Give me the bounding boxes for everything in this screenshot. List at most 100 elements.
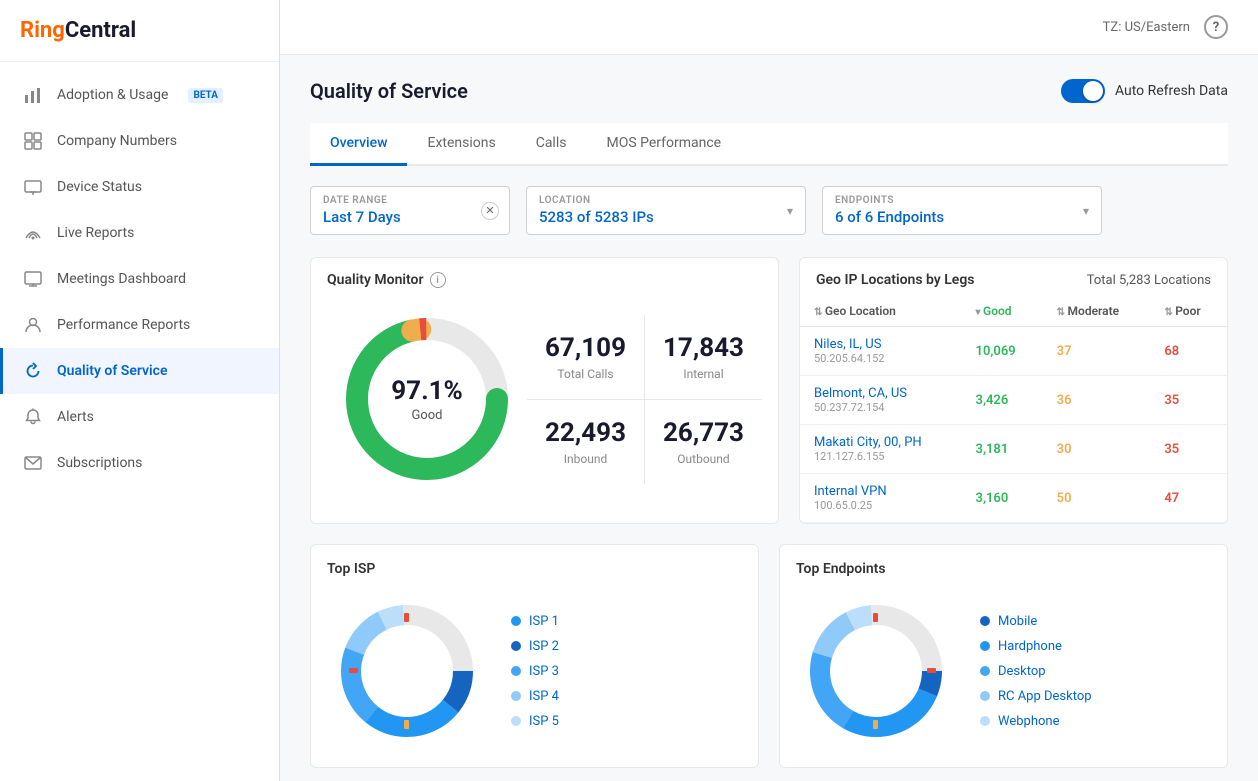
quality-monitor-header: Quality Monitor i xyxy=(311,258,778,288)
top-isp-donut xyxy=(327,591,487,751)
total-calls-number: 67,109 xyxy=(545,333,626,363)
monitor-icon xyxy=(23,269,43,289)
endpoints-filter-inner: ENDPOINTS 6 of 6 Endpoints ▾ xyxy=(835,195,1089,226)
outbound-calls-cell: 26,773 Outbound xyxy=(645,400,762,484)
tab-overview[interactable]: Overview xyxy=(310,123,407,166)
geo-table-row: Internal VPN 100.65.0.25 3,160 50 47 xyxy=(800,474,1227,523)
legend-label: ISP 2 xyxy=(529,639,559,654)
endpoints-chevron-down-icon: ▾ xyxy=(1083,204,1089,218)
refresh-icon xyxy=(23,361,43,381)
date-range-clear[interactable]: ✕ xyxy=(481,202,499,220)
quality-monitor-info-icon[interactable]: i xyxy=(430,272,446,288)
geo-poor-value: 47 xyxy=(1150,474,1227,523)
internal-calls-number: 17,843 xyxy=(663,333,744,363)
outbound-calls-label: Outbound xyxy=(663,452,744,466)
legend-item[interactable]: Webphone xyxy=(980,714,1092,729)
sidebar: RingCentral Adoption & Usage BETA Compan… xyxy=(0,0,280,781)
sidebar-item-company[interactable]: Company Numbers xyxy=(0,118,279,164)
sidebar-item-performance[interactable]: Performance Reports xyxy=(0,302,279,348)
quality-monitor-panel: Quality Monitor i xyxy=(310,257,779,524)
geo-table-title: Geo IP Locations by Legs xyxy=(816,272,975,288)
legend-label: ISP 1 xyxy=(529,614,559,629)
legend-item[interactable]: RC App Desktop xyxy=(980,689,1092,704)
geo-location-cell: Niles, IL, US 50.205.64.152 xyxy=(800,327,962,376)
chart-bar-icon xyxy=(23,85,43,105)
geo-good-value: 3,426 xyxy=(962,376,1043,425)
timezone-label: TZ: US/Eastern xyxy=(1103,20,1190,35)
legend-item[interactable]: ISP 4 xyxy=(511,689,559,704)
sidebar-item-live[interactable]: Live Reports xyxy=(0,210,279,256)
tab-extensions[interactable]: Extensions xyxy=(407,123,515,166)
legend-label: ISP 5 xyxy=(529,714,559,729)
geo-location-link[interactable]: Belmont, CA, US xyxy=(814,386,948,401)
sidebar-item-alerts[interactable]: Alerts xyxy=(0,394,279,440)
endpoints-filter[interactable]: ENDPOINTS 6 of 6 Endpoints ▾ xyxy=(822,186,1102,235)
top-isp-legend: ISP 1 ISP 2 ISP 3 ISP 4 ISP 5 xyxy=(511,614,559,729)
sidebar-item-meetings[interactable]: Meetings Dashboard xyxy=(0,256,279,302)
location-filter[interactable]: LOCATION 5283 of 5283 IPs ▾ xyxy=(526,186,806,235)
geo-table-row: Niles, IL, US 50.205.64.152 10,069 37 68 xyxy=(800,327,1227,376)
legend-label: Webphone xyxy=(998,714,1059,729)
page-title: Quality of Service xyxy=(310,79,468,103)
legend-dot xyxy=(980,691,990,701)
geo-location-link[interactable]: Niles, IL, US xyxy=(814,337,948,352)
user-icon xyxy=(23,315,43,335)
total-calls-label: Total Calls xyxy=(545,367,626,381)
sidebar-item-device[interactable]: Device Status xyxy=(0,164,279,210)
legend-item[interactable]: ISP 3 xyxy=(511,664,559,679)
date-range-label: DATE RANGE xyxy=(323,195,473,206)
sidebar-item-alerts-label: Alerts xyxy=(57,409,94,425)
geo-ip-text: 50.205.64.152 xyxy=(814,352,948,365)
sidebar-item-device-label: Device Status xyxy=(57,179,142,195)
legend-label: ISP 4 xyxy=(529,689,559,704)
geo-col-poor[interactable]: ⇅ Poor xyxy=(1150,296,1227,327)
legend-item[interactable]: Mobile xyxy=(980,614,1092,629)
geo-col-good[interactable]: ▾ Good xyxy=(962,296,1043,327)
geo-table-row: Makati City, 00, PH 121.127.6.155 3,181 … xyxy=(800,425,1227,474)
outbound-calls-number: 26,773 xyxy=(663,418,744,448)
legend-item[interactable]: ISP 5 xyxy=(511,714,559,729)
beta-badge: BETA xyxy=(188,88,223,103)
auto-refresh-toggle[interactable] xyxy=(1061,79,1105,103)
location-value: 5283 of 5283 IPs xyxy=(539,208,779,226)
logo-ring: Ring xyxy=(20,18,65,43)
device-icon xyxy=(23,177,43,197)
tab-calls[interactable]: Calls xyxy=(516,123,587,166)
quality-percent: 97.1% xyxy=(391,376,463,406)
sidebar-item-meetings-label: Meetings Dashboard xyxy=(57,271,186,287)
top-isp-title: Top ISP xyxy=(327,561,742,577)
main-content: TZ: US/Eastern ? Quality of Service Auto… xyxy=(280,0,1258,781)
sidebar-item-subscriptions-label: Subscriptions xyxy=(57,455,142,471)
geo-location-link[interactable]: Makati City, 00, PH xyxy=(814,435,948,450)
topbar: TZ: US/Eastern ? xyxy=(280,0,1258,55)
legend-dot xyxy=(980,716,990,726)
dashboard-main-row: Quality Monitor i xyxy=(310,257,1228,524)
inbound-calls-label: Inbound xyxy=(545,452,626,466)
legend-dot xyxy=(511,716,521,726)
geo-location-cell: Internal VPN 100.65.0.25 xyxy=(800,474,962,523)
sidebar-item-subscriptions[interactable]: Subscriptions xyxy=(0,440,279,486)
top-isp-inner: ISP 1 ISP 2 ISP 3 ISP 4 ISP 5 xyxy=(327,591,742,751)
bell-icon xyxy=(23,407,43,427)
legend-item[interactable]: Hardphone xyxy=(980,639,1092,654)
geo-good-value: 3,160 xyxy=(962,474,1043,523)
sidebar-item-quality[interactable]: Quality of Service xyxy=(0,348,279,394)
geo-ip-text: 50.237.72.154 xyxy=(814,401,948,414)
location-filter-inner: LOCATION 5283 of 5283 IPs ▾ xyxy=(539,195,793,226)
legend-item[interactable]: ISP 1 xyxy=(511,614,559,629)
sidebar-item-adoption[interactable]: Adoption & Usage BETA xyxy=(0,72,279,118)
legend-item[interactable]: ISP 2 xyxy=(511,639,559,654)
top-endpoints-title: Top Endpoints xyxy=(796,561,1211,577)
help-button[interactable]: ? xyxy=(1204,15,1228,39)
auto-refresh-control: Auto Refresh Data xyxy=(1061,79,1228,103)
geo-col-location[interactable]: ⇅ Geo Location xyxy=(800,296,962,327)
sidebar-item-live-label: Live Reports xyxy=(57,225,134,241)
legend-item[interactable]: Desktop xyxy=(980,664,1092,679)
tab-mos[interactable]: MOS Performance xyxy=(586,123,741,166)
date-range-filter[interactable]: DATE RANGE Last 7 Days ✕ xyxy=(310,186,510,235)
geo-col-moderate[interactable]: ⇅ Moderate xyxy=(1043,296,1151,327)
inbound-calls-cell: 22,493 Inbound xyxy=(527,400,644,484)
geo-moderate-value: 50 xyxy=(1043,474,1151,523)
geo-poor-value: 35 xyxy=(1150,376,1227,425)
geo-location-link[interactable]: Internal VPN xyxy=(814,484,948,499)
